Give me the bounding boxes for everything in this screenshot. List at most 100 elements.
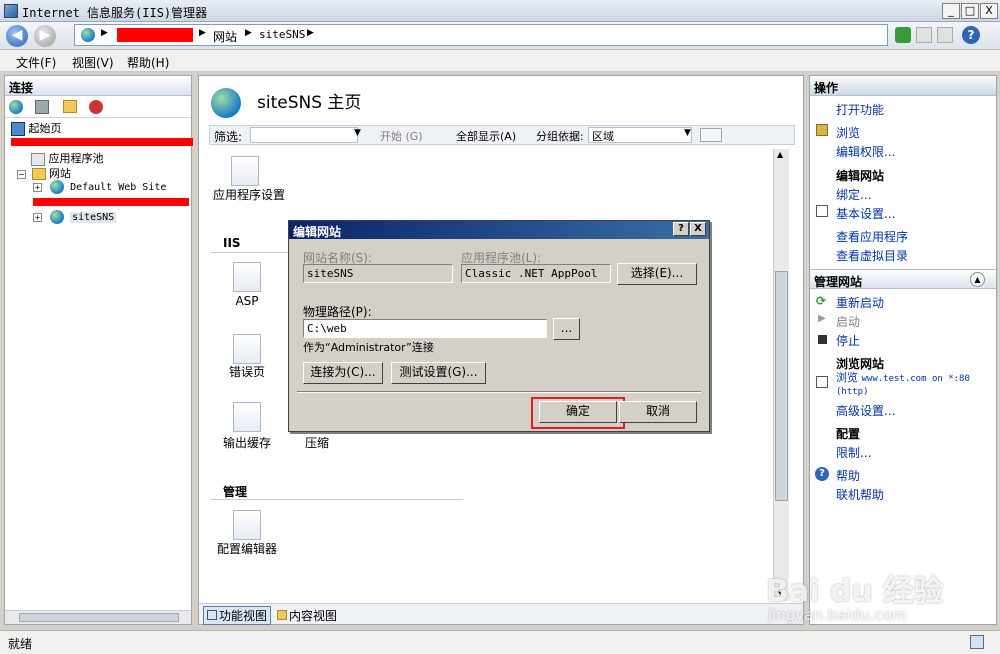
- action-open-feature[interactable]: 打开功能: [836, 101, 884, 118]
- chevron-down-icon[interactable]: ▼: [354, 128, 361, 138]
- connections-title: 连接: [5, 76, 191, 96]
- group-by-select[interactable]: 区域: [588, 127, 692, 143]
- select-app-pool-button[interactable]: 选择(E)...: [617, 263, 697, 285]
- address-breadcrumb[interactable]: ▶ ▶ 网站 ▶ siteSNS ▶: [74, 24, 888, 46]
- filter-input[interactable]: [250, 127, 358, 143]
- watermark-url: jingyan.baidu.com: [768, 606, 907, 624]
- view-tabs: 功能视图 内容视图: [199, 603, 803, 625]
- restart-icon: ⟳: [816, 294, 827, 308]
- feature-compress[interactable]: 压缩: [299, 434, 335, 451]
- collapse-icon[interactable]: −: [17, 169, 26, 179]
- manage-site-section[interactable]: 管理网站 ▲: [810, 269, 996, 289]
- help-icon: ?: [815, 467, 829, 481]
- close-button[interactable]: X: [980, 3, 998, 19]
- ok-button[interactable]: 确定: [539, 401, 617, 423]
- feature-asp[interactable]: ASP: [229, 294, 265, 308]
- tab-features-view[interactable]: 功能视图: [203, 606, 272, 625]
- edit-site-header: 编辑网站: [836, 169, 885, 183]
- browse-path-button[interactable]: ...: [553, 318, 580, 340]
- disconnect-icon[interactable]: [89, 100, 103, 114]
- app-pool-value: Classic .NET AppPool: [465, 267, 598, 280]
- action-advanced-settings[interactable]: 高级设置...: [836, 402, 895, 419]
- feature-config-editor[interactable]: 配置编辑器: [213, 540, 281, 557]
- scroll-thumb[interactable]: [775, 271, 788, 501]
- help-icon[interactable]: ?: [962, 26, 980, 44]
- minimize-button[interactable]: _: [942, 3, 960, 19]
- scroll-thumb[interactable]: [19, 613, 179, 622]
- tree-default-site[interactable]: + Default Web Site: [33, 180, 166, 194]
- action-basic-settings[interactable]: 基本设置...: [836, 205, 895, 222]
- filter-bar: 筛选: ▼ 开始 (G) 全部显示(A) 分组依据: 区域 ▼: [209, 125, 795, 145]
- stop-icon: [818, 335, 827, 344]
- action-view-vdirs[interactable]: 查看虚拟目录: [836, 247, 908, 264]
- forward-button[interactable]: ▶: [34, 25, 56, 47]
- app-settings-icon[interactable]: [231, 156, 259, 186]
- action-start[interactable]: 启动: [836, 313, 860, 330]
- action-browse-url[interactable]: 浏览 www.test.com on *:80 (http): [836, 372, 996, 398]
- group-by-value: 区域: [592, 130, 614, 143]
- save-icon[interactable]: [35, 100, 49, 114]
- connect-as-button[interactable]: 连接为(C)...: [303, 362, 383, 384]
- action-restart[interactable]: 重新启动: [836, 294, 884, 311]
- output-cache-icon[interactable]: [233, 402, 261, 432]
- action-online-help[interactable]: 联机帮助: [836, 486, 884, 503]
- menu-file[interactable]: 文件(F): [16, 54, 56, 71]
- menu-view[interactable]: 视图(V): [72, 54, 114, 71]
- horizontal-scrollbar[interactable]: [5, 610, 191, 624]
- tree-start-page[interactable]: 起始页: [11, 120, 62, 136]
- chevron-down-icon[interactable]: ▼: [684, 128, 691, 138]
- action-view-apps[interactable]: 查看应用程序: [836, 228, 908, 245]
- back-button[interactable]: ◀: [6, 25, 28, 47]
- refresh-icon[interactable]: [895, 27, 911, 43]
- browse-icon: [816, 124, 828, 136]
- chevron-right-icon: ▶: [245, 28, 252, 38]
- action-limits[interactable]: 限制...: [836, 444, 871, 461]
- dialog-help-button[interactable]: ?: [673, 222, 689, 236]
- asp-icon[interactable]: [233, 262, 261, 292]
- sites-folder-icon: [31, 168, 46, 180]
- config-editor-icon[interactable]: [233, 510, 261, 540]
- connect-icon[interactable]: [9, 100, 23, 114]
- view-mode-icon[interactable]: [700, 128, 722, 142]
- up-folder-icon[interactable]: [63, 100, 77, 113]
- vertical-scrollbar[interactable]: ▲ ▼: [773, 149, 789, 601]
- feature-error-pages[interactable]: 错误页: [219, 363, 275, 380]
- menu-help[interactable]: 帮助(H): [127, 54, 169, 71]
- action-help[interactable]: 帮助: [836, 467, 860, 484]
- show-all-button[interactable]: 全部显示(A): [456, 128, 516, 144]
- start-filter-button[interactable]: 开始 (G): [380, 128, 423, 144]
- breadcrumb-site[interactable]: siteSNS: [259, 28, 305, 41]
- scroll-up-arrow[interactable]: ▲: [777, 150, 783, 159]
- action-stop[interactable]: 停止: [836, 332, 860, 349]
- cancel-button[interactable]: 取消: [619, 401, 697, 423]
- status-bar: 就绪: [0, 630, 1000, 654]
- filter-label: 筛选:: [214, 130, 243, 144]
- tree-app-pools[interactable]: 应用程序池: [31, 150, 104, 166]
- physical-path-input[interactable]: C:\web: [303, 319, 547, 338]
- maximize-button[interactable]: □: [961, 3, 979, 19]
- test-settings-button[interactable]: 测试设置(G)...: [391, 362, 486, 384]
- home-icon[interactable]: [937, 27, 953, 43]
- browse-site-icon: [816, 376, 828, 388]
- tree-sites[interactable]: − 网站: [17, 165, 71, 181]
- action-bindings[interactable]: 绑定...: [836, 186, 871, 203]
- stop-icon[interactable]: [916, 27, 932, 43]
- globe-icon: [50, 180, 65, 194]
- collapse-icon[interactable]: ▲: [970, 272, 985, 287]
- section-manage-rule: [211, 499, 463, 500]
- dialog-close-button[interactable]: X: [690, 222, 706, 236]
- feature-output-cache[interactable]: 输出缓存: [219, 434, 275, 451]
- error-pages-icon[interactable]: [233, 334, 261, 364]
- expand-icon[interactable]: +: [33, 212, 42, 222]
- group-by-label: 分组依据:: [536, 130, 584, 143]
- tab-content-view[interactable]: 内容视图: [277, 607, 337, 624]
- actions-title: 操作: [810, 76, 996, 96]
- breadcrumb-sites[interactable]: 网站: [213, 28, 237, 45]
- tree-site-sns[interactable]: + siteSNS: [33, 210, 117, 224]
- expand-icon[interactable]: +: [33, 182, 42, 192]
- chevron-right-icon: ▶: [199, 28, 206, 38]
- action-browse[interactable]: 浏览: [836, 124, 860, 141]
- status-text: 就绪: [8, 637, 33, 651]
- action-edit-permissions[interactable]: 编辑权限...: [836, 143, 895, 160]
- feature-app-settings[interactable]: 应用程序设置: [213, 186, 285, 203]
